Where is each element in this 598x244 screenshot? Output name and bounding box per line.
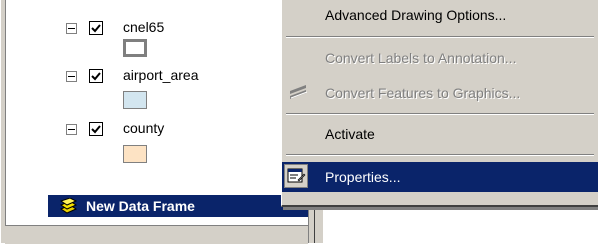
menu-item-label: Activate (325, 126, 375, 142)
menu-item-label: Convert Labels to Annotation... (325, 50, 517, 66)
menu-item-properties[interactable]: Properties... (282, 162, 598, 192)
layer-visibility-checkbox[interactable] (89, 69, 103, 83)
checkmark-icon (91, 125, 101, 134)
toc-left-border (0, 0, 6, 243)
layer-name[interactable]: cnel65 (123, 19, 164, 35)
data-frame-row[interactable]: New Data Frame (48, 195, 308, 217)
menu-separator (286, 154, 594, 156)
layer-visibility-checkbox[interactable] (89, 21, 103, 35)
menu-item-activate[interactable]: Activate (282, 119, 598, 149)
menu-item-label: Advanced Drawing Options... (325, 7, 507, 23)
checkmark-icon (91, 72, 101, 81)
layer-name[interactable]: county (123, 120, 164, 136)
menu-item-convert-features[interactable]: Convert Features to Graphics... (282, 78, 598, 108)
checkmark-icon (91, 24, 101, 33)
layer-symbol-swatch[interactable] (123, 145, 147, 163)
layer-symbol-swatch[interactable] (123, 91, 147, 109)
menu-item-label: Convert Features to Graphics... (325, 85, 521, 101)
collapse-icon[interactable] (66, 23, 77, 34)
context-menu: Advanced Drawing Options... Convert Labe… (281, 0, 598, 207)
menu-item-label: Properties... (325, 169, 401, 185)
collapse-icon[interactable] (66, 124, 77, 135)
layer-symbol-swatch[interactable] (123, 39, 147, 57)
convert-features-icon (290, 85, 308, 99)
layers-icon (59, 198, 78, 214)
data-frame-name[interactable]: New Data Frame (86, 197, 195, 215)
menu-item-convert-labels[interactable]: Convert Labels to Annotation... (282, 43, 598, 73)
collapse-icon[interactable] (66, 71, 77, 82)
layer-visibility-checkbox[interactable] (89, 122, 103, 136)
table-of-contents: cnel65 airport_area county New Data Fram… (0, 0, 323, 244)
layer-name[interactable]: airport_area (123, 67, 199, 83)
menu-separator (286, 113, 594, 115)
menu-separator (286, 36, 594, 38)
properties-icon (287, 168, 306, 183)
menu-item-advanced-drawing-options[interactable]: Advanced Drawing Options... (282, 0, 598, 30)
toc-horizontal-scrollbar[interactable] (5, 225, 308, 244)
menu-shadow (283, 207, 598, 210)
